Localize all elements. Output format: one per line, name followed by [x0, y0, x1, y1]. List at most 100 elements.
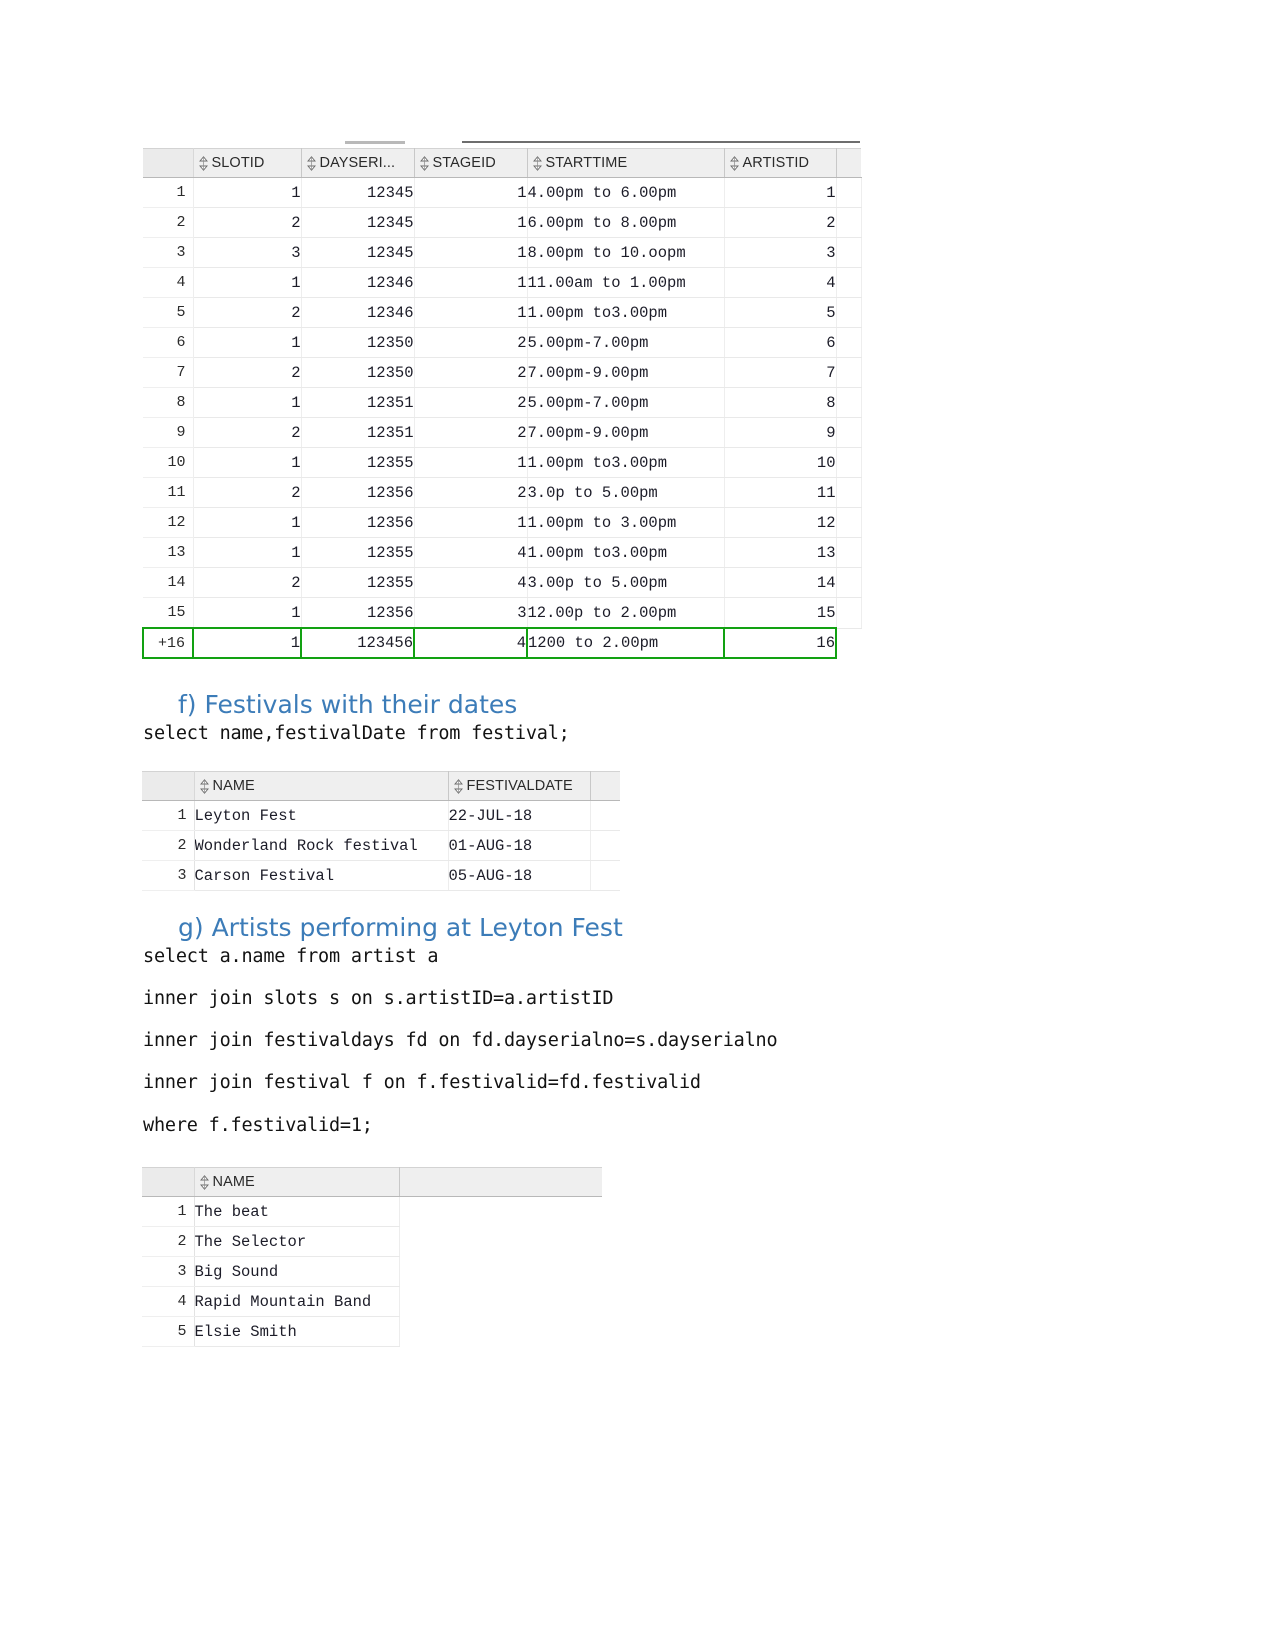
cell-dayserialno: 12346 — [301, 267, 415, 298]
cell-filler — [836, 267, 862, 298]
table-row[interactable]: 4 Rapid Mountain Band — [142, 1286, 602, 1317]
row-number: 6 — [143, 327, 194, 358]
table-row[interactable]: 15 1 12356 3 12.00p to 2.00pm 15 — [143, 597, 862, 629]
cell-slotid: 1 — [193, 327, 302, 358]
cell-dayserialno: 123456 — [300, 627, 415, 659]
column-header-festivaldate[interactable]: FESTIVALDATE — [448, 771, 591, 801]
cell-festivaldate: 22-JUL-18 — [448, 800, 591, 831]
slots-result-grid: SLOTID DAYSERI... STAGEID STARTTIME ARTI… — [142, 148, 862, 659]
column-header-dayserialno[interactable]: DAYSERI... — [301, 148, 415, 178]
cell-filler — [836, 628, 861, 658]
cell-slotid: 1 — [193, 597, 302, 629]
table-row[interactable]: 1 The beat — [142, 1196, 602, 1227]
column-header-name[interactable]: NAME — [194, 1167, 400, 1197]
cell-name: The Selector — [194, 1226, 400, 1257]
cell-dayserialno: 12346 — [301, 297, 415, 328]
row-number: 4 — [142, 1286, 195, 1317]
artist-table: NAME 1 The beat 2 The Selector 3 Big Sou… — [142, 1167, 602, 1347]
table-row[interactable]: 6 1 12350 2 5.00pm-7.00pm 6 — [143, 327, 862, 358]
festivals-result-grid: NAME FESTIVALDATE 1 Leyton Fest 22-JUL-1… — [142, 771, 620, 891]
row-number: 7 — [143, 357, 194, 388]
cell-festivaldate: 01-AUG-18 — [448, 830, 591, 861]
cell-stageid: 2 — [414, 417, 528, 448]
table-row[interactable]: 3 Carson Festival 05-AUG-18 — [142, 860, 620, 891]
cell-filler — [836, 177, 862, 208]
cell-artistid: 15 — [724, 597, 837, 629]
column-header-label: NAME — [212, 1174, 255, 1190]
cell-dayserialno: 12356 — [301, 597, 415, 629]
table-row[interactable]: 4 1 12346 1 11.00am to 1.00pm 4 — [143, 267, 862, 298]
table-row[interactable]: 12 1 12356 1 1.00pm to 3.00pm 12 — [143, 507, 862, 538]
row-number: 14 — [143, 567, 194, 598]
sort-icon — [419, 155, 429, 171]
cell-slotid: 2 — [193, 207, 302, 238]
table-row[interactable]: 10 1 12355 1 1.00pm to3.00pm 10 — [143, 447, 862, 478]
column-header-stageid[interactable]: STAGEID — [414, 148, 528, 178]
cell-festivaldate: 05-AUG-18 — [448, 860, 591, 891]
cell-artistid: 4 — [724, 267, 837, 298]
table-row[interactable]: 3 Big Sound — [142, 1256, 602, 1287]
cell-name: Big Sound — [194, 1256, 400, 1287]
table-row[interactable]: 1 1 12345 1 4.00pm to 6.00pm 1 — [143, 177, 862, 208]
table-row[interactable]: 11 2 12356 2 3.0p to 5.00pm 11 — [143, 477, 862, 508]
table-row[interactable]: 5 2 12346 1 1.00pm to3.00pm 5 — [143, 297, 862, 328]
cell-dayserialno: 12351 — [301, 387, 415, 418]
table-row[interactable]: 3 3 12345 1 8.00pm to 10.oopm 3 — [143, 237, 862, 268]
sql-line: inner join slots s on s.artistID=a.artis… — [143, 988, 614, 1009]
cell-artistid: 14 — [724, 567, 837, 598]
cell-stageid: 1 — [414, 207, 528, 238]
cell-artistid: 7 — [724, 357, 837, 388]
cell-filler — [836, 537, 862, 568]
cell-filler — [836, 237, 862, 268]
cell-dayserialno: 12356 — [301, 477, 415, 508]
cell-starttime: 4.00pm to 6.00pm — [527, 177, 725, 208]
cell-artistid: 12 — [724, 507, 837, 538]
cell-artistid: 10 — [724, 447, 837, 478]
table-row[interactable]: 9 2 12351 2 7.00pm-9.00pm 9 — [143, 417, 862, 448]
row-number: 9 — [143, 417, 194, 448]
table-row[interactable]: 2 Wonderland Rock festival 01-AUG-18 — [142, 830, 620, 861]
table-row[interactable]: 5 Elsie Smith — [142, 1316, 602, 1347]
column-header-filler — [399, 1167, 602, 1197]
sort-icon — [198, 155, 208, 171]
row-number: 5 — [142, 1316, 195, 1347]
table-row[interactable]: 2 2 12345 1 6.00pm to 8.00pm 2 — [143, 207, 862, 238]
cell-dayserialno: 12345 — [301, 207, 415, 238]
table-row[interactable]: 14 2 12355 4 3.00p to 5.00pm 14 — [143, 567, 862, 598]
row-number: 1 — [142, 1196, 195, 1227]
table-header-row: NAME FESTIVALDATE — [142, 771, 620, 801]
table-row[interactable]: 7 2 12350 2 7.00pm-9.00pm 7 — [143, 357, 862, 388]
cell-stageid: 2 — [414, 387, 528, 418]
row-number: +16 — [142, 627, 194, 659]
cell-stageid: 1 — [414, 297, 528, 328]
cell-slotid: 1 — [193, 387, 302, 418]
row-number: 2 — [143, 207, 194, 238]
column-header-name[interactable]: NAME — [194, 771, 449, 801]
cell-starttime: 1.00pm to3.00pm — [527, 537, 725, 568]
sql-line: select name,festivalDate from festival; — [143, 723, 570, 744]
table-row[interactable]: 2 The Selector — [142, 1226, 602, 1257]
cell-stageid: 1 — [414, 507, 528, 538]
column-header-starttime[interactable]: STARTTIME — [527, 148, 725, 178]
cell-dayserialno: 12355 — [301, 447, 415, 478]
table-row[interactable]: 1 Leyton Fest 22-JUL-18 — [142, 800, 620, 831]
cell-starttime: 11.00am to 1.00pm — [527, 267, 725, 298]
cell-stageid: 2 — [414, 327, 528, 358]
artist-table-body: 1 The beat 2 The Selector 3 Big Sound 4 … — [142, 1196, 602, 1347]
cell-artistid: 13 — [724, 537, 837, 568]
column-header-artistid[interactable]: ARTISTID — [724, 148, 837, 178]
table-row-highlighted[interactable]: +16 1 123456 4 1200 to 2.00pm 16 — [142, 627, 861, 659]
cell-starttime: 1.00pm to3.00pm — [527, 447, 725, 478]
sql-line: inner join festivaldays fd on fd.dayseri… — [143, 1030, 778, 1051]
row-number: 15 — [143, 597, 194, 629]
cell-starttime: 5.00pm-7.00pm — [527, 327, 725, 358]
column-header-label: FESTIVALDATE — [466, 778, 573, 794]
table-row[interactable]: 8 1 12351 2 5.00pm-7.00pm 8 — [143, 387, 862, 418]
column-header-slotid[interactable]: SLOTID — [193, 148, 302, 178]
cell-stageid: 1 — [414, 177, 528, 208]
row-number-header — [143, 148, 194, 178]
table-row[interactable]: 13 1 12355 4 1.00pm to3.00pm 13 — [143, 537, 862, 568]
cell-name: Elsie Smith — [194, 1316, 400, 1347]
cell-slotid: 1 — [193, 507, 302, 538]
row-number: 3 — [142, 860, 195, 891]
